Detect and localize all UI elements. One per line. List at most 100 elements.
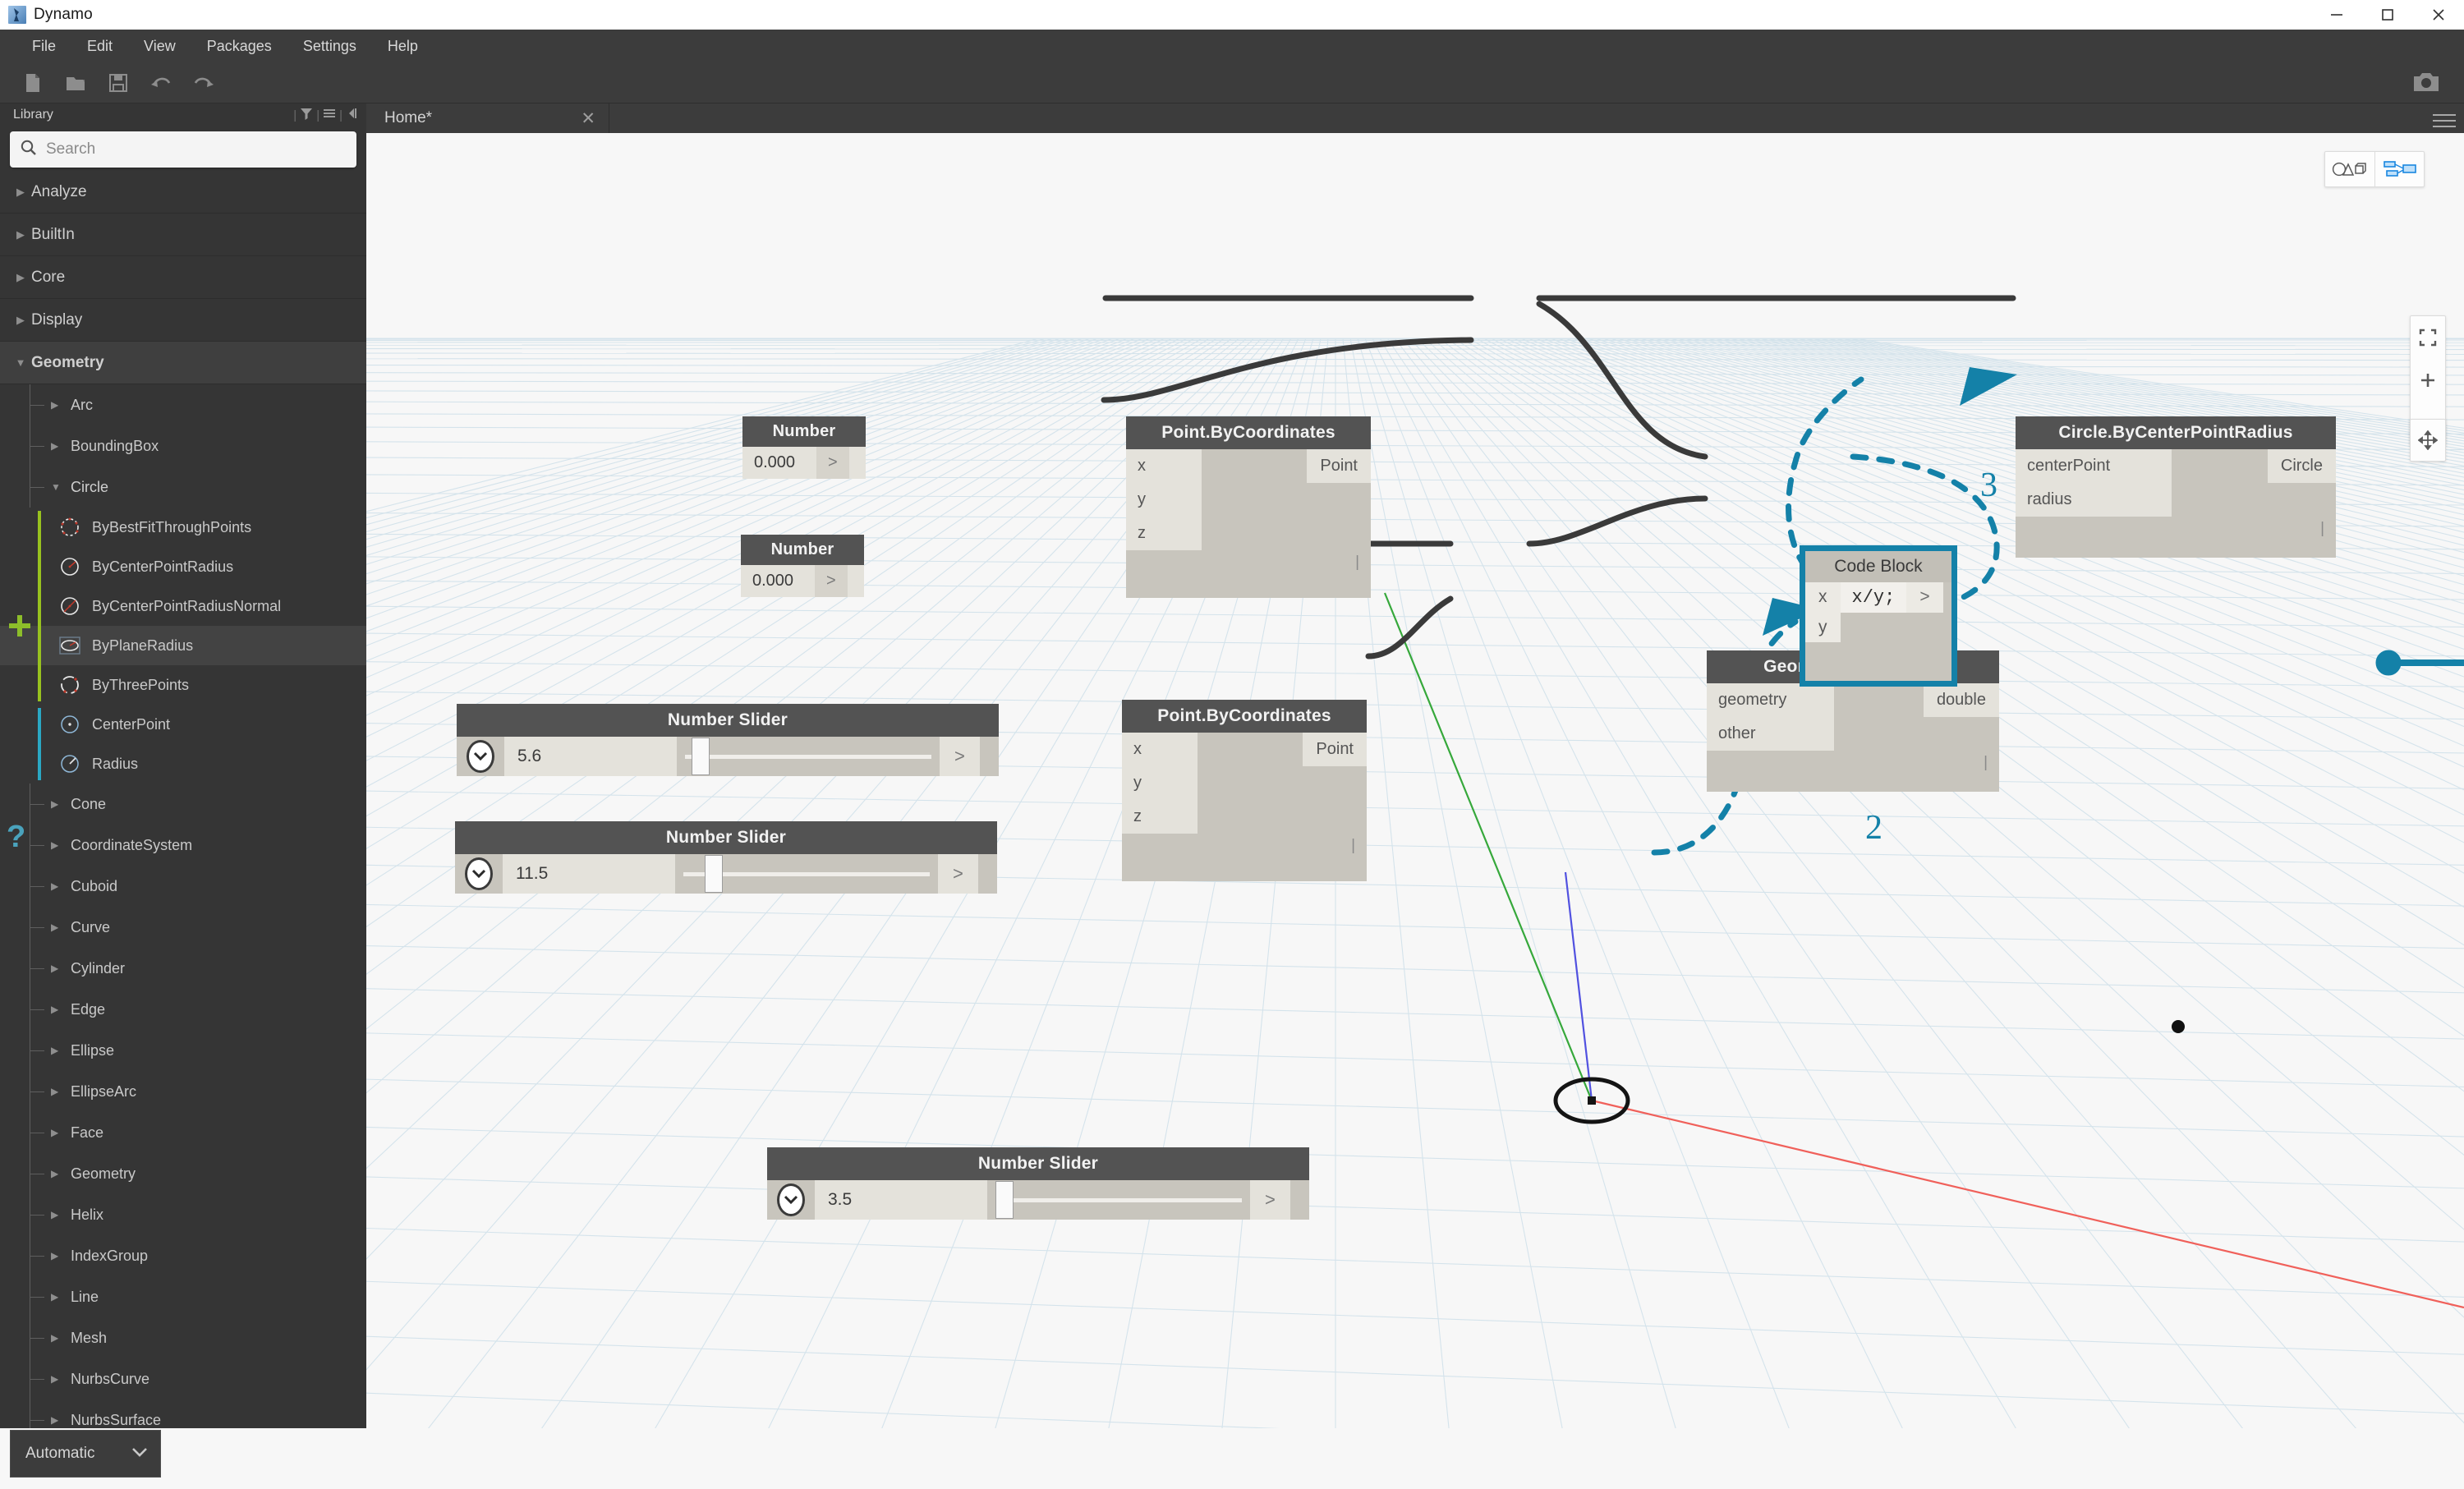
library-item-nurbscurve[interactable]: ▶ NurbsCurve <box>0 1358 366 1399</box>
library-item-boundingbox[interactable]: ▶ BoundingBox <box>0 425 366 466</box>
slider-expand-button[interactable] <box>455 854 503 894</box>
node-resize-handle[interactable]: | <box>1126 550 1371 598</box>
library-item-mesh[interactable]: ▶ Mesh <box>0 1317 366 1358</box>
pan-button[interactable] <box>2410 419 2446 462</box>
slider-value-field[interactable]: 3.5 <box>815 1180 987 1220</box>
output-port-chevron[interactable]: > <box>1250 1180 1290 1220</box>
input-port-y[interactable]: y <box>1126 483 1202 517</box>
code-editor[interactable]: x/y; <box>1840 582 1907 613</box>
open-folder-button[interactable] <box>54 65 97 101</box>
library-node-bythreepoints[interactable]: ByThreePoints <box>0 665 366 705</box>
library-node-bycenterpointradiusnormal[interactable]: ByCenterPointRadiusNormal <box>0 586 366 626</box>
number-value-field[interactable]: 0.000 <box>741 565 815 597</box>
output-port-point[interactable]: Point <box>1307 449 1371 483</box>
slider-expand-button[interactable] <box>457 737 504 776</box>
filter-icon[interactable] <box>299 106 314 125</box>
geometry-view-button[interactable] <box>2325 152 2374 186</box>
input-port-x[interactable]: x <box>1126 449 1202 483</box>
input-port-z[interactable]: z <box>1122 800 1198 834</box>
output-port-chevron[interactable]: > <box>938 854 978 894</box>
number-value-field[interactable]: 0.000 <box>742 447 816 479</box>
new-file-button[interactable] <box>11 65 54 101</box>
library-node-byplaneradius[interactable]: ByPlaneRadius <box>0 626 366 665</box>
node-resize-handle[interactable]: | <box>1707 751 1999 792</box>
node-number-slider-3[interactable]: Number Slider 3.5 > <box>767 1147 1309 1220</box>
library-item-line[interactable]: ▶ Line <box>0 1276 366 1317</box>
node-point-bycoordinates-1[interactable]: Point.ByCoordinates x Point y z | <box>1126 416 1371 598</box>
menu-view[interactable]: View <box>128 34 191 59</box>
search-box[interactable] <box>10 131 356 168</box>
close-icon[interactable]: ✕ <box>581 108 595 129</box>
input-port-z[interactable]: z <box>1126 517 1202 550</box>
output-port-chevron[interactable]: > <box>816 447 849 479</box>
menu-settings[interactable]: Settings <box>287 34 372 59</box>
library-node-radius[interactable]: Radius <box>0 744 366 784</box>
node-point-bycoordinates-2[interactable]: Point.ByCoordinates x Point y z | <box>1122 700 1367 881</box>
library-item-nurbssurface[interactable]: ▶ NurbsSurface <box>0 1399 366 1428</box>
output-port-double[interactable]: double <box>1923 683 1999 717</box>
node-number-1[interactable]: Number 0.000 > <box>742 416 866 479</box>
node-code-block[interactable]: Code Block x x/y; > y <box>1800 545 1957 687</box>
slider-value-field[interactable]: 5.6 <box>504 737 677 776</box>
node-resize-handle[interactable]: | <box>2016 517 2336 558</box>
redo-button[interactable] <box>182 65 225 101</box>
output-port-chevron[interactable]: > <box>1906 582 1943 613</box>
save-button[interactable] <box>97 65 140 101</box>
collapse-panel-icon[interactable] <box>345 106 360 125</box>
menu-help[interactable]: Help <box>372 34 434 59</box>
hamburger-icon[interactable] <box>2433 110 2456 131</box>
input-port-y[interactable]: y <box>1805 613 1841 642</box>
menu-packages[interactable]: Packages <box>191 34 287 59</box>
library-item-geometry[interactable]: ▶ Geometry <box>0 1153 366 1194</box>
undo-button[interactable] <box>140 65 182 101</box>
library-item-cuboid[interactable]: ▶ Cuboid <box>0 866 366 907</box>
menu-edit[interactable]: Edit <box>71 34 128 59</box>
zoom-to-fit-button[interactable] <box>2411 316 2445 359</box>
node-resize-handle[interactable]: | <box>1122 834 1367 881</box>
input-port-radius[interactable]: radius <box>2016 483 2172 517</box>
node-circle-bycenterpointradius[interactable]: Circle.ByCenterPointRadius centerPoint C… <box>2016 416 2336 558</box>
slider-thumb[interactable] <box>995 1181 1014 1219</box>
node-number-2[interactable]: Number 0.000 > <box>741 535 864 597</box>
library-item-cone[interactable]: ▶ Cone <box>0 784 366 825</box>
input-port-y[interactable]: y <box>1122 766 1198 800</box>
library-item-face[interactable]: ▶ Face <box>0 1112 366 1153</box>
library-item-ellipse[interactable]: ▶ Ellipse <box>0 1030 366 1071</box>
output-port-chevron[interactable]: > <box>815 565 848 597</box>
search-input[interactable] <box>46 140 347 159</box>
graph-view-button[interactable] <box>2374 152 2424 186</box>
screenshot-button[interactable] <box>2403 62 2449 102</box>
output-port-circle[interactable]: Circle <box>2267 449 2336 483</box>
node-number-slider-1[interactable]: Number Slider 5.6 > <box>457 704 999 776</box>
slider-expand-button[interactable] <box>767 1180 815 1220</box>
input-port-x[interactable]: x <box>1805 582 1841 613</box>
close-button[interactable] <box>2413 0 2464 30</box>
minimize-button[interactable] <box>2311 0 2362 30</box>
library-category-builtin[interactable]: ▶ BuiltIn <box>0 214 366 256</box>
library-item-cylinder[interactable]: ▶ Cylinder <box>0 948 366 989</box>
input-port-x[interactable]: x <box>1122 733 1198 766</box>
slider-thumb[interactable] <box>692 738 710 775</box>
library-item-circle[interactable]: ▼ Circle <box>0 466 366 508</box>
help-icon[interactable]: ? <box>7 820 25 855</box>
library-item-edge[interactable]: ▶ Edge <box>0 989 366 1030</box>
input-port-geometry[interactable]: geometry <box>1707 683 1834 717</box>
output-port-chevron[interactable]: > <box>940 737 980 776</box>
output-port-point[interactable]: Point <box>1303 733 1367 766</box>
library-category-core[interactable]: ▶ Core <box>0 256 366 299</box>
maximize-button[interactable] <box>2362 0 2413 30</box>
menu-file[interactable]: File <box>16 34 71 59</box>
library-item-indexgroup[interactable]: ▶ IndexGroup <box>0 1235 366 1276</box>
library-category-display[interactable]: ▶ Display <box>0 299 366 342</box>
library-item-arc[interactable]: ▶ Arc <box>0 384 366 425</box>
slider-thumb[interactable] <box>705 855 723 893</box>
input-port-other[interactable]: other <box>1707 717 1834 751</box>
add-node-icon[interactable] <box>7 613 33 639</box>
input-port-centerpoint[interactable]: centerPoint <box>2016 449 2172 483</box>
node-number-slider-2[interactable]: Number Slider 11.5 > <box>455 821 997 894</box>
library-node-bybestfitthroughpoints[interactable]: ByBestFitThroughPoints <box>0 508 366 547</box>
zoom-in-button[interactable] <box>2411 359 2445 402</box>
library-node-centerpoint[interactable]: CenterPoint <box>0 705 366 744</box>
run-mode-dropdown[interactable]: Automatic <box>10 1430 161 1478</box>
library-category-geometry[interactable]: ▼ Geometry <box>0 342 366 384</box>
